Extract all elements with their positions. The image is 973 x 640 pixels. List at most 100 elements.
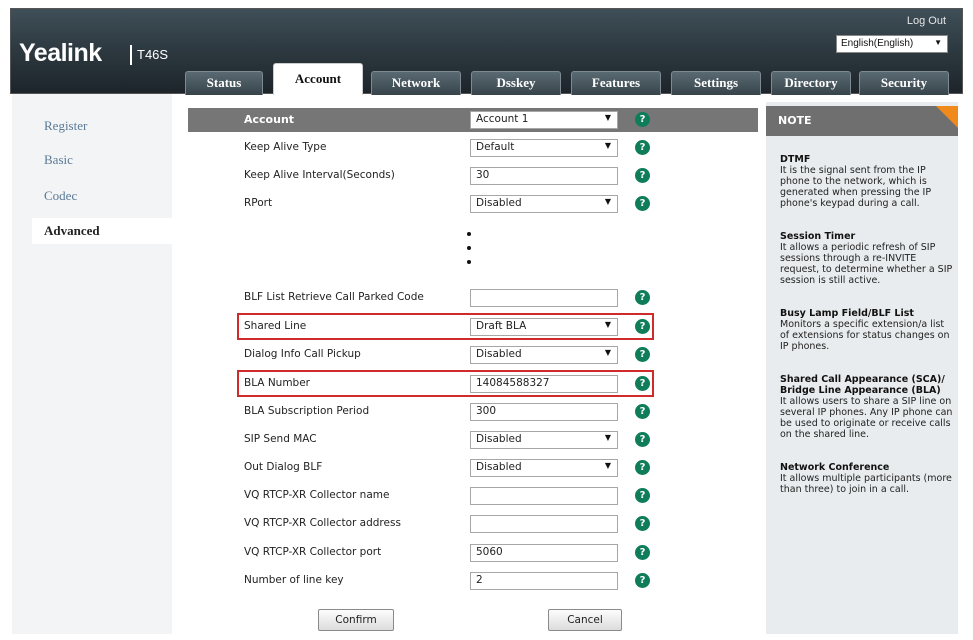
- label-blf-list-retrieve: BLF List Retrieve Call Parked Code: [244, 291, 424, 303]
- label-vq-collector-address: VQ RTCP-XR Collector address: [244, 517, 401, 529]
- sidebar-item-register[interactable]: Register: [44, 118, 87, 134]
- dialog-info-call-pickup-value: Disabled: [476, 348, 522, 360]
- note-section-title: Shared Call Appearance (SCA)/ Bridge Lin…: [780, 374, 945, 396]
- keep-alive-type-select[interactable]: Default ▼: [470, 139, 618, 157]
- help-icon[interactable]: ?: [635, 347, 650, 362]
- number-of-line-key-input[interactable]: 2: [470, 572, 618, 590]
- dialog-info-call-pickup-select[interactable]: Disabled ▼: [470, 346, 618, 364]
- vq-collector-address-input[interactable]: [470, 515, 618, 533]
- cancel-button[interactable]: Cancel: [548, 609, 622, 631]
- sidebar-item-codec[interactable]: Codec: [44, 188, 77, 204]
- shared-line-select[interactable]: Draft BLA ▼: [470, 318, 618, 336]
- note-section: Busy Lamp Field/BLF List Monitors a spec…: [780, 308, 956, 352]
- tab-status[interactable]: Status: [185, 71, 263, 95]
- ellipsis-dot: [467, 246, 471, 250]
- note-title: NOTE: [766, 106, 958, 136]
- logo: Yealink: [19, 39, 102, 67]
- confirm-button[interactable]: Confirm: [318, 609, 394, 631]
- help-icon[interactable]: ?: [635, 432, 650, 447]
- dropdown-arrow-icon: ▼: [604, 197, 611, 206]
- vq-collector-port-input[interactable]: 5060: [470, 544, 618, 562]
- sidebar-item-basic[interactable]: Basic: [44, 152, 73, 168]
- help-icon[interactable]: ?: [635, 516, 650, 531]
- help-icon[interactable]: ?: [635, 290, 650, 305]
- note-section-text: It allows users to share a SIP line on s…: [780, 396, 953, 440]
- label-dialog-info-call-pickup: Dialog Info Call Pickup: [244, 348, 361, 360]
- label-bla-subscription-period: BLA Subscription Period: [244, 405, 370, 417]
- dropdown-arrow-icon: ▼: [604, 113, 611, 122]
- sip-send-mac-value: Disabled: [476, 433, 522, 445]
- dropdown-arrow-icon: ▼: [604, 461, 611, 470]
- blf-list-retrieve-input[interactable]: [470, 289, 618, 307]
- label-rport: RPort: [244, 197, 273, 209]
- note-section-text: Monitors a specific extension/a list of …: [780, 319, 950, 352]
- note-section: Session Timer It allows a periodic refre…: [780, 231, 956, 286]
- help-icon[interactable]: ?: [635, 196, 650, 211]
- help-icon[interactable]: ?: [635, 404, 650, 419]
- bla-number-input[interactable]: 14084588327: [470, 375, 618, 393]
- model-label: T46S: [137, 47, 169, 62]
- keep-alive-interval-input[interactable]: 30: [470, 167, 618, 185]
- help-icon[interactable]: ?: [635, 112, 650, 127]
- keep-alive-type-value: Default: [476, 141, 515, 153]
- label-vq-collector-name: VQ RTCP-XR Collector name: [244, 489, 390, 501]
- tab-security[interactable]: Security: [859, 71, 949, 95]
- note-section-title: Busy Lamp Field/BLF List: [780, 308, 914, 319]
- rport-select[interactable]: Disabled ▼: [470, 195, 618, 213]
- label-keep-alive-interval: Keep Alive Interval(Seconds): [244, 169, 395, 181]
- label-number-of-line-key: Number of line key: [244, 574, 344, 586]
- tab-settings[interactable]: Settings: [671, 71, 761, 95]
- dropdown-arrow-icon: ▼: [604, 320, 611, 329]
- ellipsis-dot: [467, 232, 471, 236]
- out-dialog-blf-select[interactable]: Disabled ▼: [470, 459, 618, 477]
- vq-collector-name-input[interactable]: [470, 487, 618, 505]
- bla-subscription-period-input[interactable]: 300: [470, 403, 618, 421]
- language-value: English(English): [841, 38, 914, 49]
- note-body: DTMF It is the signal sent from the IP p…: [780, 154, 956, 509]
- label-out-dialog-blf: Out Dialog BLF: [244, 461, 323, 473]
- tab-dsskey[interactable]: Dsskey: [471, 71, 561, 95]
- account-label: Account: [244, 113, 295, 126]
- help-icon[interactable]: ?: [635, 545, 650, 560]
- note-section-text: It allows a periodic refresh of SIP sess…: [780, 242, 953, 286]
- note-section-title: DTMF: [780, 154, 811, 165]
- tab-network[interactable]: Network: [371, 71, 461, 95]
- sidebar-item-advanced[interactable]: Advanced: [32, 218, 184, 244]
- help-icon[interactable]: ?: [635, 168, 650, 183]
- help-icon[interactable]: ?: [635, 140, 650, 155]
- note-section-text: It allows multiple participants (more th…: [780, 473, 952, 495]
- account-select-value: Account 1: [476, 113, 529, 125]
- help-icon[interactable]: ?: [635, 573, 650, 588]
- tab-features[interactable]: Features: [571, 71, 661, 95]
- sidebar: Register Basic Codec Advanced: [12, 94, 184, 634]
- help-icon[interactable]: ?: [635, 488, 650, 503]
- note-section-title: Session Timer: [780, 231, 856, 242]
- label-vq-collector-port: VQ RTCP-XR Collector port: [244, 546, 382, 558]
- sip-send-mac-select[interactable]: Disabled ▼: [470, 431, 618, 449]
- out-dialog-blf-value: Disabled: [476, 461, 522, 473]
- label-sip-send-mac: SIP Send MAC: [244, 433, 317, 445]
- logout-link[interactable]: Log Out: [907, 15, 946, 27]
- label-keep-alive-type: Keep Alive Type: [244, 141, 327, 153]
- label-bla-number: BLA Number: [244, 377, 310, 389]
- dropdown-arrow-icon: ▼: [604, 348, 611, 357]
- note-section: Network Conference It allows multiple pa…: [780, 462, 956, 495]
- dropdown-arrow-icon: ▼: [934, 38, 942, 47]
- logo-divider: [130, 45, 132, 65]
- note-section: DTMF It is the signal sent from the IP p…: [780, 154, 956, 209]
- note-panel: NOTE DTMF It is the signal sent from the…: [766, 102, 958, 634]
- dropdown-arrow-icon: ▼: [604, 141, 611, 150]
- ellipsis-dot: [467, 260, 471, 264]
- header-bar: Yealink T46S Log Out English(English) ▼ …: [10, 8, 963, 95]
- tab-account[interactable]: Account: [273, 63, 363, 95]
- account-select[interactable]: Account 1 ▼: [470, 111, 618, 129]
- help-icon[interactable]: ?: [635, 460, 650, 475]
- language-select[interactable]: English(English) ▼: [836, 35, 948, 53]
- note-section-title: Network Conference: [780, 462, 890, 473]
- shared-line-value: Draft BLA: [476, 320, 527, 332]
- help-icon[interactable]: ?: [635, 376, 650, 391]
- note-corner-mark: [936, 106, 958, 128]
- rport-value: Disabled: [476, 197, 522, 209]
- help-icon[interactable]: ?: [635, 319, 650, 334]
- tab-directory[interactable]: Directory: [771, 71, 851, 95]
